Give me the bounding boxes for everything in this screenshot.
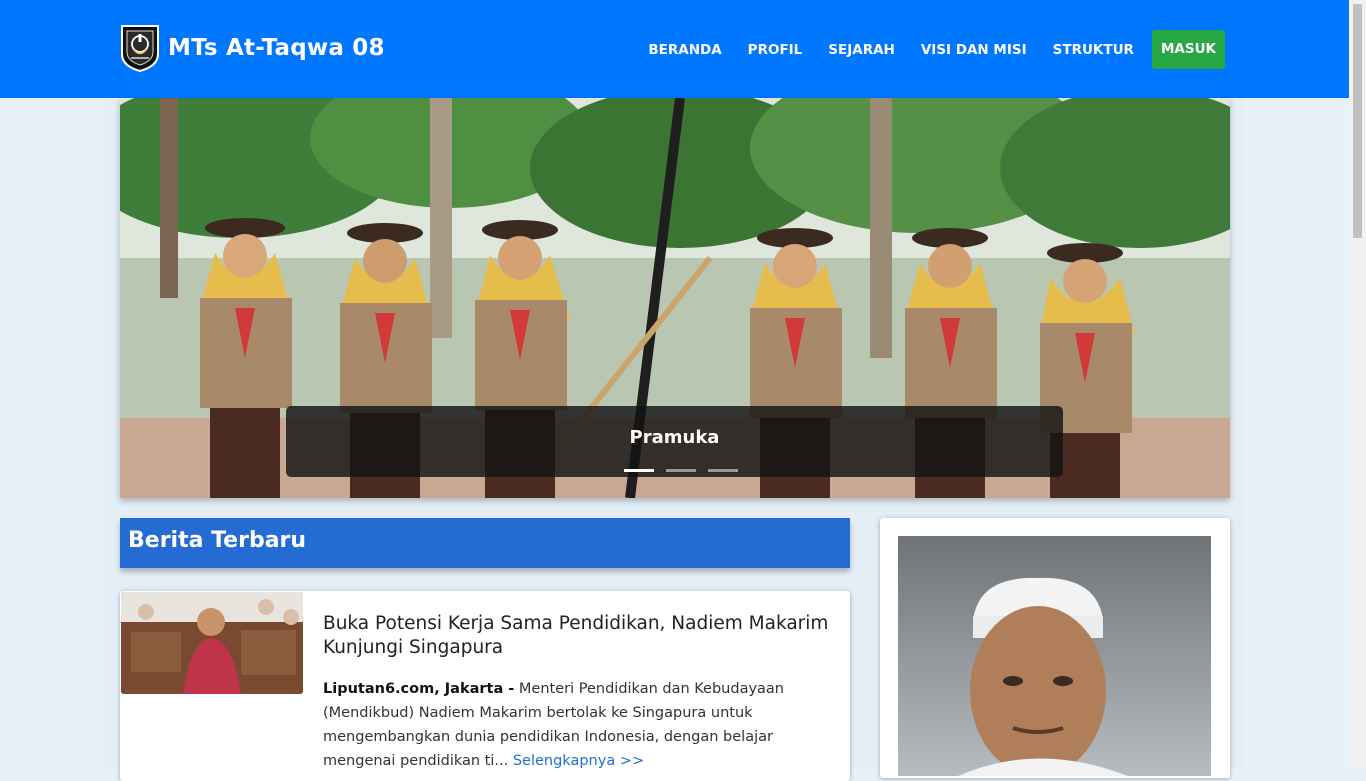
navbar: MTs At-Taqwa 08 BERANDA PROFIL SEJARAH V… <box>0 0 1349 98</box>
news-thumbnail[interactable] <box>121 592 303 694</box>
school-logo <box>121 25 159 72</box>
read-more-link[interactable]: Selengkapnya >> <box>513 753 644 769</box>
headmaster-card <box>880 518 1230 778</box>
scrollbar-thumb[interactable] <box>1353 4 1362 238</box>
news-card: Buka Potensi Kerja Sama Pendidikan, Nadi… <box>120 591 850 781</box>
nav-beranda[interactable]: BERANDA <box>648 31 721 69</box>
brand[interactable]: MTs At-Taqwa 08 <box>119 24 385 72</box>
nav-struktur[interactable]: STRUKTUR <box>1053 31 1134 69</box>
nav-visi-dan-misi[interactable]: VISI DAN MISI <box>921 31 1027 69</box>
carousel-indicator-2[interactable] <box>666 469 696 472</box>
news-source: Liputan6.com, Jakarta - <box>323 681 515 697</box>
brand-name: MTs At-Taqwa 08 <box>168 35 385 61</box>
login-button[interactable]: MASUK <box>1151 30 1225 69</box>
news-section-title: Berita Terbaru <box>128 528 307 553</box>
news-title[interactable]: Buka Potensi Kerja Sama Pendidikan, Nadi… <box>323 612 843 660</box>
nav-sejarah[interactable]: SEJARAH <box>828 31 895 69</box>
nav-profil[interactable]: PROFIL <box>748 31 803 69</box>
carousel-caption-title: Pramuka <box>629 427 720 448</box>
carousel-caption: Pramuka <box>286 406 1063 477</box>
scrollbar[interactable] <box>1349 0 1366 768</box>
news-excerpt: Liputan6.com, Jakarta - Menteri Pendidik… <box>323 677 793 773</box>
main-nav: BERANDA PROFIL SEJARAH VISI DAN MISI STR… <box>622 30 1225 69</box>
carousel-indicator-3[interactable] <box>708 469 738 472</box>
hero-carousel[interactable]: Pramuka <box>120 98 1230 498</box>
news-section-header: Berita Terbaru <box>120 518 850 568</box>
headmaster-photo <box>898 536 1211 776</box>
carousel-indicators <box>624 469 750 472</box>
carousel-indicator-1[interactable] <box>624 469 654 472</box>
